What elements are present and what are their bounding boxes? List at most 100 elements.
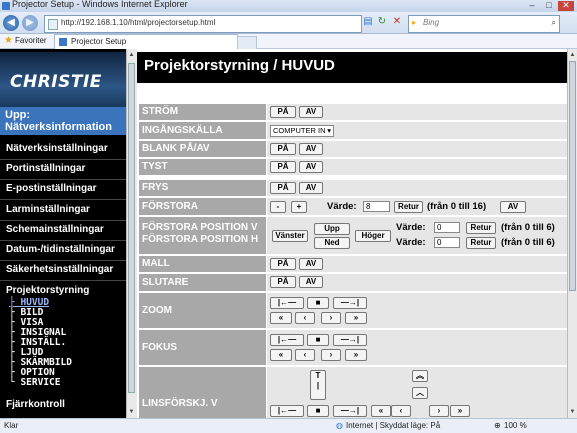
refresh-icon[interactable]: ↻ [376,16,388,28]
address-input[interactable]: http://192.168.1.10/html/projectorsetup.… [44,15,362,33]
fokus-max-icon[interactable]: —→| [333,334,367,346]
slutare-on-button[interactable]: PÅ [270,276,296,288]
zoom-max-icon[interactable]: —→| [333,297,367,309]
tyst-off-button[interactable]: AV [299,161,323,173]
forstora-left-button[interactable]: Vänster [272,230,308,242]
forstora-h-input[interactable]: 0 [434,237,460,248]
forstora-return-button[interactable]: Retur [394,201,423,213]
divider [0,159,126,160]
search-input[interactable]: ▸ Bing ⌕ [408,15,560,33]
new-tab-button[interactable] [237,36,257,50]
search-icon[interactable]: ⌕ [552,16,556,30]
forstora-value-label: Värde: [327,201,357,212]
scroll-thumb[interactable] [128,63,135,393]
forstora-v-input[interactable]: 0 [434,222,460,233]
forstora-plus-button[interactable]: + [291,201,307,213]
back-button[interactable]: ◀ [3,15,19,31]
maximize-button[interactable]: □ [541,1,557,11]
forstora-v-range: (från 0 till 6) [501,222,555,233]
input-source-select[interactable]: COMPUTER IN ▾ [270,125,334,137]
scroll-up-icon[interactable]: ▲ [128,51,135,59]
divider [0,240,126,241]
scroll-up-icon[interactable]: ▲ [569,51,576,59]
forstora-minus-button[interactable]: - [270,201,286,213]
close-button[interactable]: ✕ [558,1,574,11]
sidebar-item-epost[interactable]: E-postinställningar [6,183,97,194]
forstora-right-button[interactable]: Höger [355,230,391,242]
row-label-strom: STRÖM [139,104,266,120]
main-content: Projektorstyrning / HUVUD STRÖM PÅ AV IN… [137,49,567,418]
lins-min-icon[interactable]: |←— [270,405,304,417]
tab-projector-setup[interactable]: Projector Setup [54,34,238,50]
zoom-level[interactable]: 100 % [504,421,527,430]
lins-top-icon[interactable]: T | [310,370,326,400]
lins-up-icon[interactable]: ︿ [412,387,428,399]
compat-view-icon[interactable]: ▤ [362,16,374,28]
lins-max-icon[interactable]: —→| [333,405,367,417]
scroll-down-icon[interactable]: ▼ [128,408,135,416]
fokus-stop-icon[interactable]: ■ [307,334,329,346]
sidebar-item-sakerhet[interactable]: Säkerhetsinställningar [6,264,113,275]
divider [0,179,126,180]
sidebar-item-larm[interactable]: Larminställningar [6,204,90,215]
forstora-off-button[interactable]: AV [500,201,526,213]
lins-back-icon[interactable]: ‹ [391,405,411,417]
sidebar: CHRISTIE Upp: Nätverksinformation Nätver… [0,49,126,418]
frys-on-button[interactable]: PÅ [270,182,296,194]
forstora-v-return-button[interactable]: Retur [466,222,496,234]
slutare-off-button[interactable]: AV [299,276,323,288]
mall-off-button[interactable]: AV [299,258,323,270]
row-controls-strom: PÅ AV [267,104,567,120]
scroll-thumb[interactable] [569,61,576,291]
sidebar-item-projektorstyrning[interactable]: Projektorstyrning [6,285,89,296]
forstora-up-button[interactable]: Upp [314,223,350,235]
sidebar-sub-service[interactable]: └ SERVICE [9,377,60,388]
zoom-min-icon[interactable]: |←— [270,297,304,309]
sidebar-item-port[interactable]: Portinställningar [6,163,85,174]
lins-fast-forward-icon[interactable]: » [450,405,470,417]
fokus-forward-icon[interactable]: › [321,349,341,361]
blank-on-button[interactable]: PÅ [270,143,296,155]
forward-button[interactable]: ▶ [22,15,38,31]
strom-on-button[interactable]: PÅ [270,106,296,118]
zoom-forward-icon[interactable]: › [321,312,341,324]
row-controls-forstora: - + Värde: 8 Retur (från 0 till 16) AV [267,198,567,215]
sidebar-scrollbar[interactable]: ▲ ▼ [126,49,137,418]
fokus-fast-forward-icon[interactable]: » [345,349,367,361]
christie-logo: CHRISTIE [10,72,102,92]
fokus-back-icon[interactable]: ‹ [295,349,315,361]
blank-off-button[interactable]: AV [299,143,323,155]
stop-icon[interactable]: ✕ [391,16,403,28]
tab-page-icon [59,38,67,46]
lins-fast-back-icon[interactable]: « [371,405,391,417]
fokus-fast-back-icon[interactable]: « [270,349,292,361]
page-title: Projektorstyrning / HUVUD [144,57,335,74]
sidebar-item-datum[interactable]: Datum-/tidinställningar [6,244,115,255]
zoom-fast-forward-icon[interactable]: » [345,312,367,324]
row-controls-slutare: PÅ AV [267,274,567,291]
lins-stop-icon[interactable]: ■ [307,405,329,417]
tyst-on-button[interactable]: PÅ [270,161,296,173]
forstora-h-return-button[interactable]: Retur [466,237,496,249]
scroll-down-icon[interactable]: ▼ [569,408,576,416]
favorites-button[interactable]: Favoriter [15,36,47,45]
page-scrollbar[interactable]: ▲ ▼ [567,49,577,418]
fokus-min-icon[interactable]: |←— [270,334,304,346]
address-toolbar: ◀ ▶ http://192.168.1.10/html/projectorse… [0,12,577,34]
lins-forward-icon[interactable]: › [429,405,449,417]
frys-off-button[interactable]: AV [299,182,323,194]
strom-off-button[interactable]: AV [299,106,323,118]
sidebar-up-link[interactable]: Upp: Nätverksinformation [0,107,126,135]
mall-on-button[interactable]: PÅ [270,258,296,270]
zoom-fast-back-icon[interactable]: « [270,312,292,324]
security-zone[interactable]: Internet | Skyddat läge: På [346,421,440,430]
minimize-button[interactable]: – [524,1,540,11]
lins-up-fast-icon[interactable]: ︽ [412,370,428,382]
forstora-down-button[interactable]: Ned [314,237,350,249]
sidebar-item-schema[interactable]: Schemainställningar [6,224,104,235]
forstora-value-input[interactable]: 8 [363,201,390,212]
zoom-back-icon[interactable]: ‹ [295,312,315,324]
sidebar-item-fjarrkontroll[interactable]: Fjärrkontroll [6,399,65,410]
sidebar-item-natverk[interactable]: Nätverksinställningar [6,143,108,154]
zoom-stop-icon[interactable]: ■ [307,297,329,309]
